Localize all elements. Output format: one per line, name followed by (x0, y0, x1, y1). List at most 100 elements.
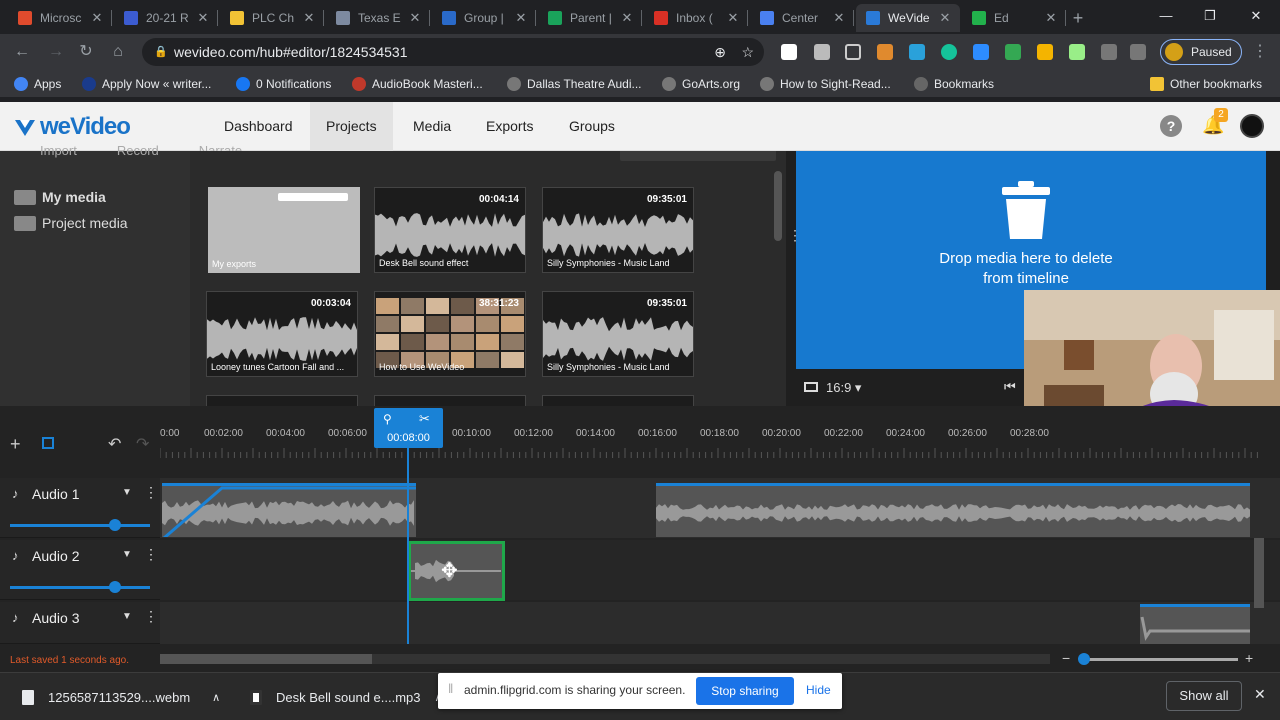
playhead-marker[interactable]: ⚲ ✂ 00:08:00 (374, 408, 443, 448)
volume-knob[interactable] (109, 581, 121, 593)
tab-close-icon[interactable]: ✕ (514, 10, 528, 26)
time-ruler[interactable]: 0:00 00:02:00 00:04:00 00:06:00 00:08:00 00:1… (160, 420, 1260, 460)
track-options-icon[interactable]: ⋮ (144, 546, 158, 563)
media-control-icon[interactable] (1130, 44, 1146, 60)
zoom-slider-knob[interactable] (1078, 653, 1090, 665)
zoom-icon[interactable] (973, 44, 989, 60)
redo-icon[interactable]: ↷ (136, 434, 149, 454)
nav-exports[interactable]: Exports (470, 102, 549, 151)
scissors-icon[interactable]: ✂ (419, 411, 430, 427)
browser-tab[interactable]: Parent | ✕ (538, 4, 642, 32)
restore-icon[interactable]: ❐ (1190, 4, 1230, 28)
add-track-icon[interactable]: + (10, 434, 21, 455)
nav-groups[interactable]: Groups (553, 102, 631, 151)
new-tab-button[interactable]: + (1066, 7, 1090, 29)
grammarly-icon[interactable] (941, 44, 957, 60)
stop-sharing-button[interactable]: Stop sharing (696, 677, 794, 705)
browser-tab[interactable]: Center ✕ (750, 4, 854, 32)
tab-close-icon[interactable]: ✕ (726, 10, 740, 26)
address-bar[interactable]: 🔒 wevideo.com/hub#editor/1824534531 ⊕ ☆ (142, 38, 764, 66)
volume-knob[interactable] (109, 519, 121, 531)
media-scrollbar[interactable] (774, 171, 782, 241)
media-item[interactable] (542, 395, 694, 406)
track-menu-caret-icon[interactable]: ▼ (122, 611, 132, 622)
extension-icon[interactable] (1005, 44, 1021, 60)
volume-slider[interactable] (10, 524, 150, 527)
browser-tab[interactable]: 20-21 R ✕ (114, 4, 218, 32)
import-button[interactable]: Import (16, 143, 77, 159)
back-icon[interactable]: ← (12, 42, 32, 62)
show-all-button[interactable]: Show all (1166, 681, 1242, 711)
timeline-horizontal-scrollbar[interactable] (160, 654, 1050, 664)
browser-tab[interactable]: Texas E ✕ (326, 4, 430, 32)
tab-close-icon[interactable]: ✕ (90, 10, 104, 26)
media-folder[interactable]: My exports (208, 187, 360, 273)
close-downloads-icon[interactable]: ✕ (1254, 686, 1266, 703)
zoom-slider[interactable] (1080, 658, 1238, 661)
extension-icon[interactable] (1069, 44, 1085, 60)
bookmark-item[interactable]: 0 Notifications (236, 75, 331, 93)
tab-close-icon[interactable]: ✕ (938, 10, 952, 26)
shield-ext-icon[interactable] (845, 44, 861, 60)
nav-projects[interactable]: Projects (310, 102, 393, 151)
skip-back-icon[interactable]: ⏮ (1004, 379, 1016, 395)
zoom-in-icon[interactable]: + (1245, 650, 1253, 666)
user-avatar[interactable] (1240, 114, 1264, 138)
selected-audio-clip[interactable]: ✥ (408, 541, 505, 601)
menu-icon[interactable]: ⋮ (1250, 42, 1270, 62)
browser-tab[interactable]: Ed ✕ (962, 4, 1066, 32)
drag-handle-icon[interactable]: ‖ (448, 681, 453, 696)
wevideo-logo[interactable]: weVideo (14, 113, 131, 140)
chevron-up-icon[interactable]: ∧ (212, 691, 220, 704)
media-item[interactable]: 09:35:01 Silly Symphonies - Music Land (542, 187, 694, 273)
browser-tab[interactable]: WeVide ✕ (856, 4, 960, 32)
undo-icon[interactable]: ↶ (108, 434, 121, 454)
zoom-out-icon[interactable]: − (1062, 650, 1070, 666)
browser-tab[interactable]: Group | ✕ (432, 4, 536, 32)
browser-tab[interactable]: Microsc ✕ (8, 4, 112, 32)
volume-slider[interactable] (10, 586, 150, 589)
track-options-icon[interactable]: ⋮ (144, 484, 158, 501)
track-options-icon[interactable]: ⋮ (144, 608, 158, 625)
media-item[interactable]: 00:03:04 Looney tunes Cartoon Fall and ..… (206, 291, 358, 377)
dropbox-icon[interactable] (814, 44, 830, 60)
tab-close-icon[interactable]: ✕ (196, 10, 210, 26)
minimize-icon[interactable]: — (1146, 4, 1186, 28)
track-menu-caret-icon[interactable]: ▼ (122, 487, 132, 498)
audio-clip[interactable] (656, 483, 1250, 537)
tab-close-icon[interactable]: ✕ (302, 10, 316, 26)
bookmark-item[interactable]: Apply Now « writer... (82, 75, 211, 93)
tab-close-icon[interactable]: ✕ (620, 10, 634, 26)
bookmark-item[interactable]: Other bookmarks (1150, 75, 1262, 93)
media-item[interactable] (374, 395, 526, 406)
profile-button[interactable]: Paused (1160, 39, 1242, 65)
audio-clip[interactable] (162, 483, 416, 537)
extension-icon[interactable] (781, 44, 797, 60)
media-item[interactable]: 09:35:01 Silly Symphonies - Music Land (542, 291, 694, 377)
bookmark-item[interactable]: Apps (14, 75, 61, 93)
add-icon[interactable]: ⊕ (714, 38, 726, 66)
timeline-vertical-scrollbar[interactable] (1254, 538, 1264, 608)
clip-mode-icon[interactable] (42, 437, 54, 449)
star-bookmark-icon[interactable]: ☆ (741, 38, 754, 66)
search-input[interactable] (620, 151, 776, 161)
reload-icon[interactable]: ↻ (76, 42, 96, 62)
help-icon[interactable]: ? (1160, 115, 1182, 137)
nav-media[interactable]: Media (397, 102, 467, 151)
extension-icon[interactable] (877, 44, 893, 60)
record-button[interactable]: Record (117, 143, 159, 159)
tab-close-icon[interactable]: ✕ (408, 10, 422, 26)
hide-button[interactable]: Hide (806, 683, 831, 697)
forward-icon[interactable]: → (46, 42, 66, 62)
browser-tab[interactable]: Inbox (✕ (644, 4, 748, 32)
tab-close-icon[interactable]: ✕ (1044, 10, 1058, 26)
sidebar-item-project-media[interactable]: Project media (14, 213, 128, 233)
download-item[interactable]: Desk Bell sound e....mp3 ∧ (250, 687, 443, 707)
bookmark-item[interactable]: GoArts.org (662, 75, 740, 93)
track-menu-caret-icon[interactable]: ▼ (122, 549, 132, 560)
bookmark-item[interactable]: How to Sight-Read... (760, 75, 891, 93)
puzzle-icon[interactable] (1101, 44, 1117, 60)
media-item[interactable] (206, 395, 358, 406)
aspect-ratio-select[interactable]: 16:9 ▾ (804, 380, 861, 396)
download-item[interactable]: 1256587113529....webm ∧ (22, 687, 220, 707)
